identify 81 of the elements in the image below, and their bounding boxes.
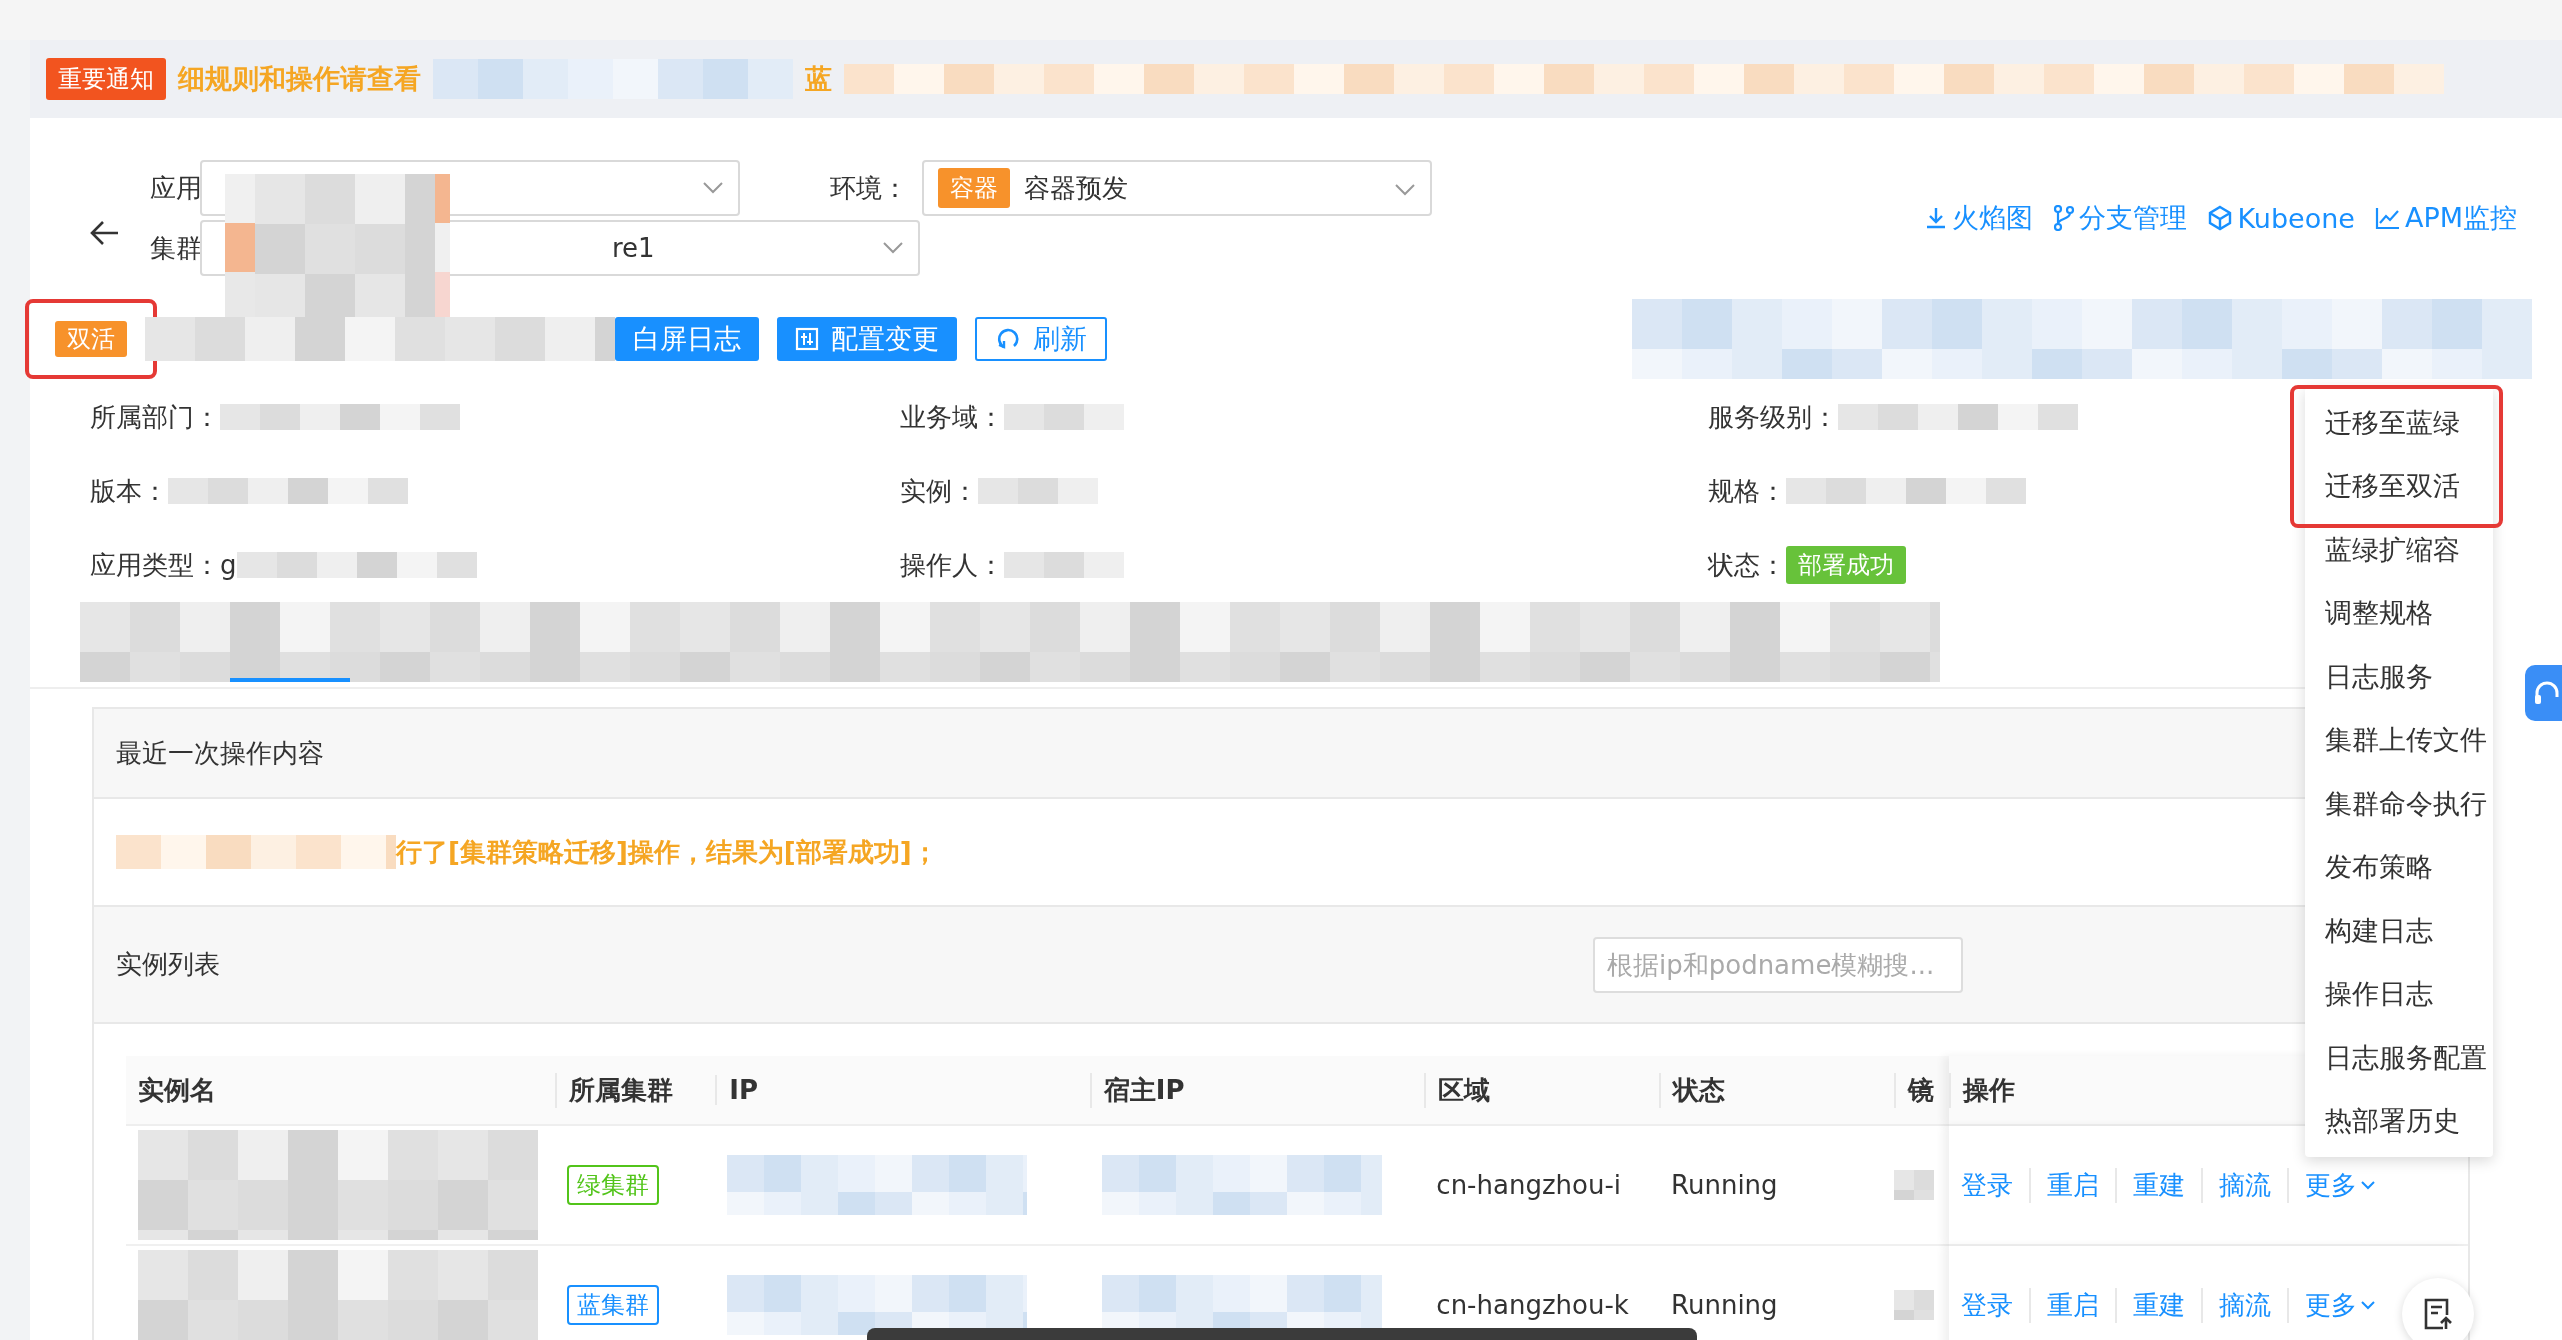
menu-item[interactable]: 日志服务配置 xyxy=(2305,1026,2493,1090)
cluster-tag: 蓝集群 xyxy=(567,1285,660,1325)
table-cell: Running xyxy=(1671,1170,1778,1200)
column-header: IP xyxy=(715,1075,758,1105)
cube-icon xyxy=(2207,205,2234,231)
env-select[interactable]: 容器 容器预发 xyxy=(922,160,1432,216)
info-label: 应用类型： xyxy=(90,548,220,582)
menu-item[interactable]: 调整规格 xyxy=(2305,581,2493,645)
menu-item[interactable]: 集群命令执行 xyxy=(2305,772,2493,836)
row-action-link[interactable]: 更多 xyxy=(2286,1287,2391,1323)
menu-item[interactable]: 蓝绿扩缩容 xyxy=(2305,518,2493,582)
column-header: 宿主IP xyxy=(1089,1072,1185,1108)
action-button[interactable]: 配置变更 xyxy=(777,316,957,361)
column-header: 区域 xyxy=(1424,1072,1491,1108)
document-upload-icon xyxy=(2423,1297,2453,1331)
column-header: 镜 xyxy=(1893,1072,1934,1108)
menu-item[interactable]: 构建日志 xyxy=(2305,899,2493,963)
menu-item[interactable]: 热部署历史 xyxy=(2305,1089,2493,1153)
table-cell: cn-hangzhou-i xyxy=(1436,1170,1621,1200)
chevron-down-icon xyxy=(2360,1300,2375,1310)
notice-badge: 重要通知 xyxy=(46,58,166,100)
table-cell: Running xyxy=(1671,1290,1778,1320)
column-header: 状态 xyxy=(1659,1072,1726,1108)
column-header: 所属集群 xyxy=(555,1072,674,1108)
toolbar-link[interactable]: APM监控 xyxy=(2374,200,2517,236)
column-header: 实例名 xyxy=(137,1073,216,1107)
menu-item[interactable]: 迁移至蓝绿 xyxy=(2305,391,2493,455)
row-action-link[interactable]: 更多 xyxy=(2286,1167,2391,1203)
info-label: 操作人： xyxy=(900,548,1004,582)
info-label: 状态： xyxy=(1708,548,1786,582)
mode-tag: 双活 xyxy=(55,320,127,357)
headset-icon xyxy=(2533,679,2561,707)
row-action-link[interactable]: 重建 xyxy=(2114,1287,2201,1323)
chevron-down-icon xyxy=(702,181,724,195)
info-value: g xyxy=(220,550,237,580)
info-label: 实例： xyxy=(900,474,978,508)
section-title: 实例列表 xyxy=(116,948,220,981)
menu-item[interactable]: 日志服务 xyxy=(2305,645,2493,709)
menu-item[interactable]: 发布策略 xyxy=(2305,835,2493,899)
row-action-link[interactable]: 登录 xyxy=(1960,1287,2029,1323)
menu-item[interactable]: 操作日志 xyxy=(2305,962,2493,1026)
field-label: 环境： xyxy=(830,171,908,205)
toolbar-link[interactable]: 分支管理 xyxy=(2053,200,2188,236)
sliders-icon xyxy=(795,326,819,351)
field-label: 集群 xyxy=(150,231,200,265)
operation-text: 行了[集群策略迁移]操作，结果为[部署成功]； xyxy=(396,835,938,869)
row-action-link[interactable]: 摘流 xyxy=(2200,1287,2287,1323)
chevron-down-icon xyxy=(1394,183,1416,197)
search-field[interactable]: 根据ip和podname模糊搜... xyxy=(1593,936,1963,993)
chevron-down-icon xyxy=(2360,1180,2375,1190)
cluster-tag: 绿集群 xyxy=(567,1165,660,1205)
info-label: 业务域： xyxy=(900,400,1004,434)
info-label: 服务级别： xyxy=(1708,400,1838,434)
info-label: 规格： xyxy=(1708,474,1786,508)
column-header: 操作 xyxy=(1948,1072,2015,1108)
notice-text: 细规则和操作请查看 xyxy=(178,62,421,96)
info-label: 所属部门： xyxy=(90,400,220,434)
chevron-down-icon xyxy=(882,241,904,255)
toolbar-link[interactable]: Kubeone xyxy=(2207,200,2355,236)
line-chart-icon xyxy=(2374,206,2401,230)
action-button[interactable]: 白屏日志 xyxy=(615,316,759,361)
back-arrow-icon[interactable] xyxy=(90,220,120,246)
blurred-area xyxy=(1893,1170,1934,1200)
row-action-link[interactable]: 重建 xyxy=(2114,1167,2201,1203)
field-label: 应用 xyxy=(150,171,200,205)
blurred-area xyxy=(1893,1290,1934,1320)
table-cell: cn-hangzhou-k xyxy=(1436,1290,1629,1320)
row-action-link[interactable]: 重启 xyxy=(2028,1167,2115,1203)
row-action-link[interactable]: 重启 xyxy=(2028,1287,2115,1323)
notice-text: 蓝 xyxy=(805,62,832,96)
info-label: 版本： xyxy=(90,474,168,508)
section-title: 最近一次操作内容 xyxy=(116,736,324,770)
branch-icon xyxy=(2053,205,2076,231)
headset-widget[interactable] xyxy=(2525,665,2562,721)
menu-item[interactable]: 集群上传文件 xyxy=(2305,708,2493,772)
action-button[interactable]: 刷新 xyxy=(975,316,1107,361)
status-tag: 部署成功 xyxy=(1786,546,1906,584)
row-action-link[interactable]: 摘流 xyxy=(2200,1167,2287,1203)
toolbar-link[interactable]: 火焰图 xyxy=(1924,200,2034,236)
menu-item[interactable]: 迁移至双活 xyxy=(2305,454,2493,518)
row-action-link[interactable]: 登录 xyxy=(1960,1167,2029,1203)
